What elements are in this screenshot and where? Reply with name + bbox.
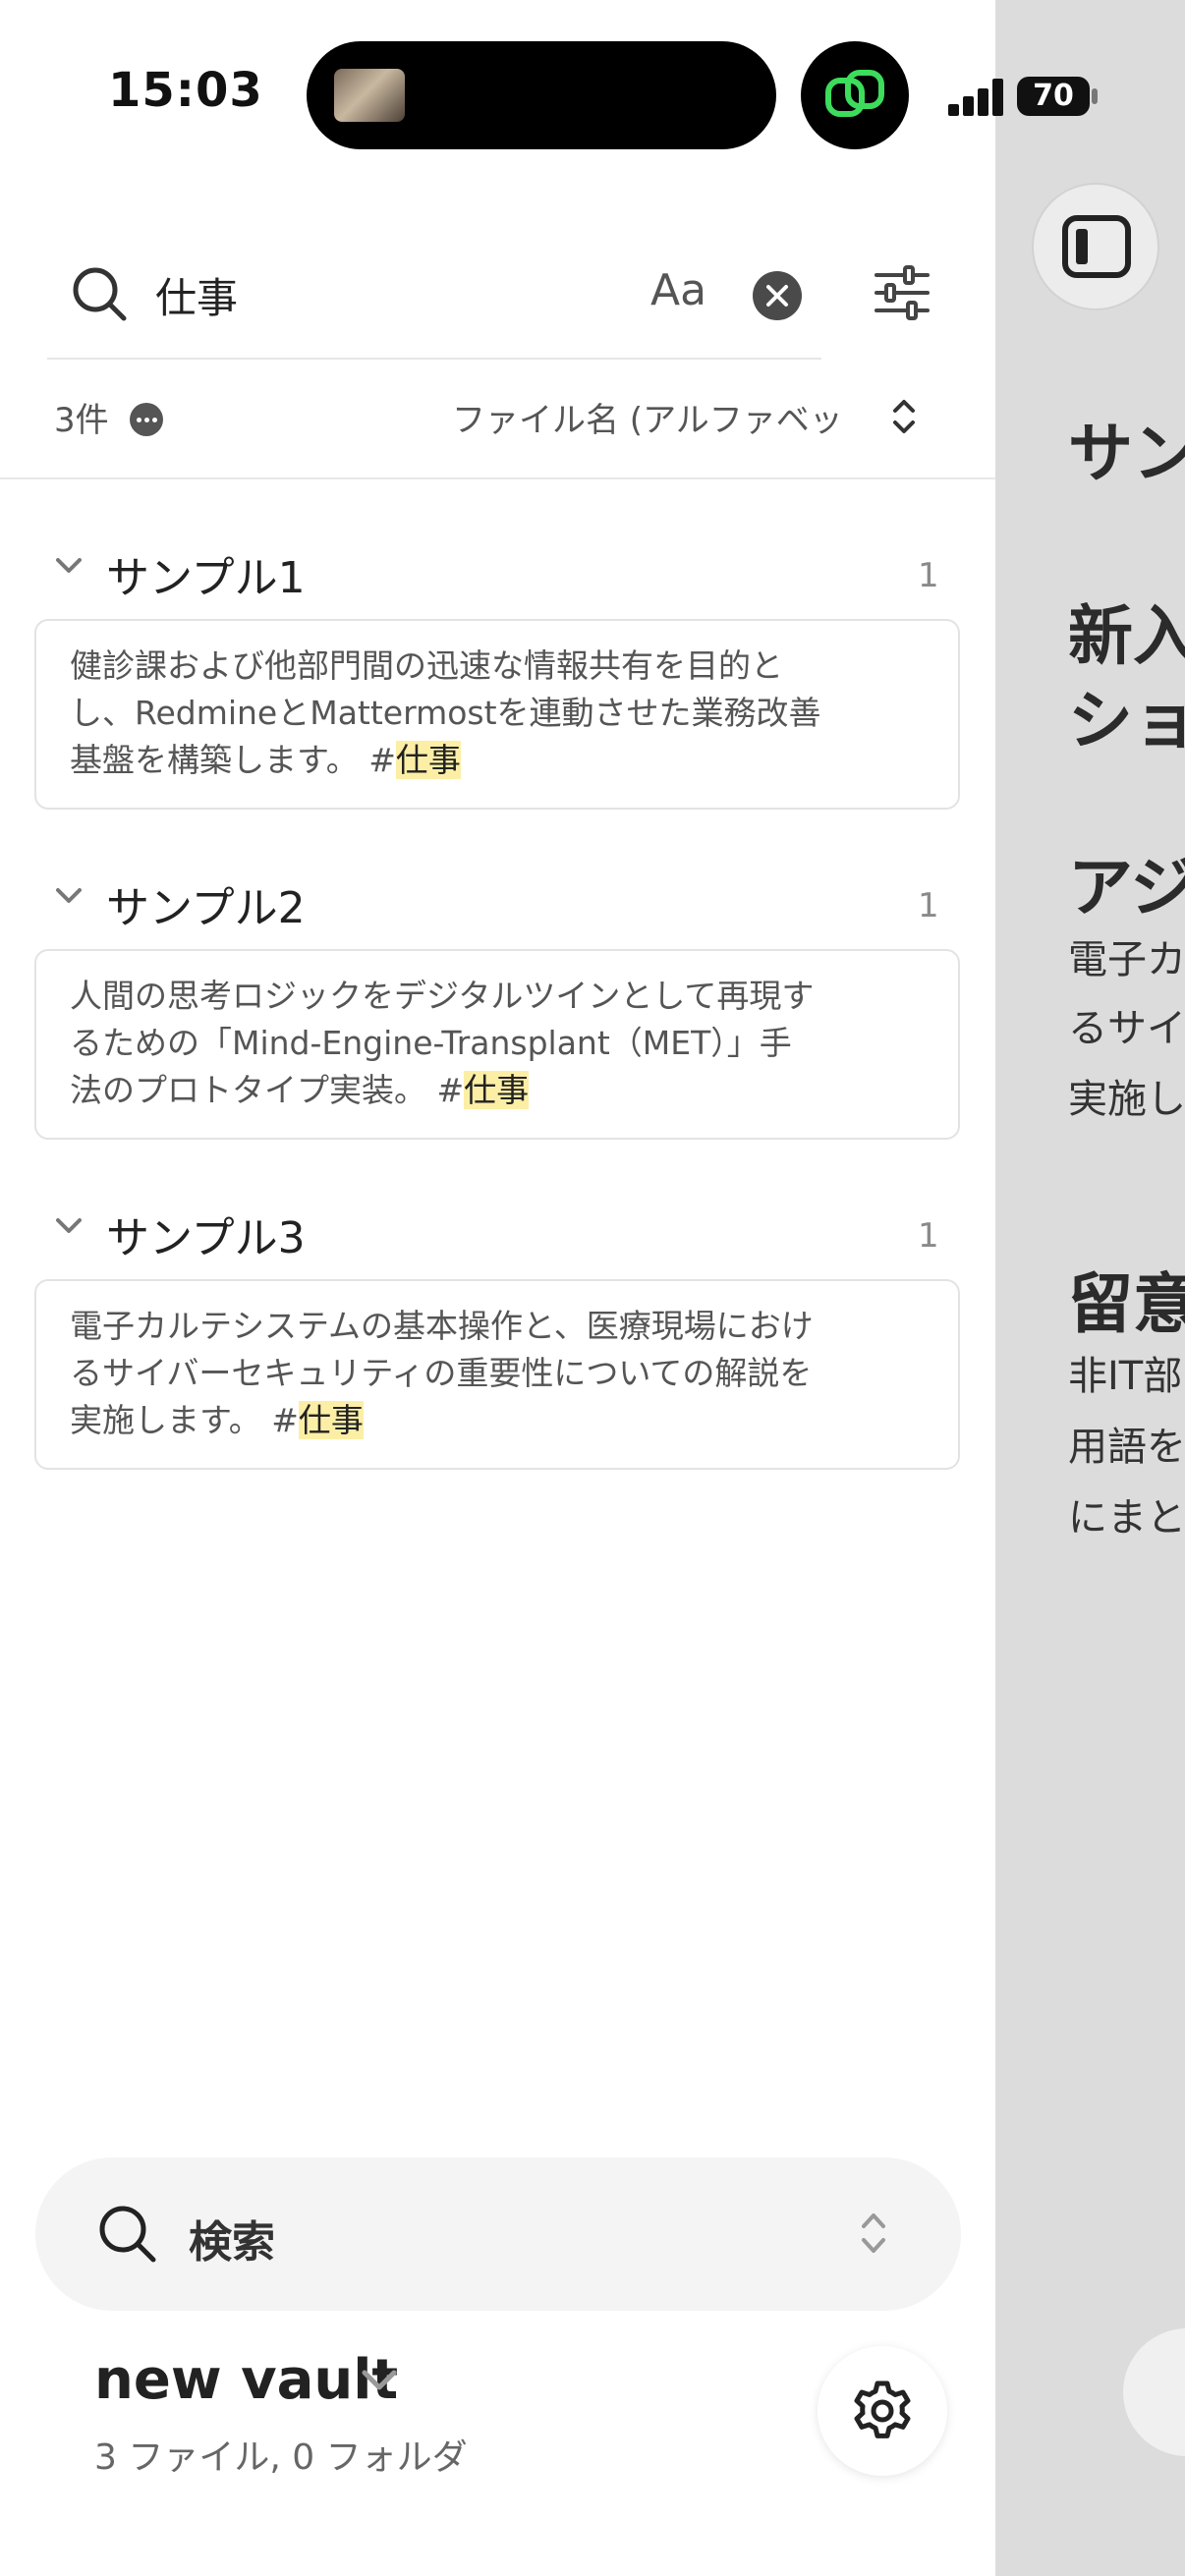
search-icon — [99, 2206, 156, 2263]
match-count: 1 — [918, 886, 939, 925]
snippet-line: るサイバーセキュリティの重要性についての解説を — [70, 1354, 813, 1392]
clear-search-button[interactable] — [753, 271, 802, 320]
more-options-icon[interactable] — [130, 403, 163, 436]
snippet-line: 電子カルテシステムの基本操作と、医療現場におけ — [70, 1307, 814, 1345]
note-heading: 留意 — [1068, 1266, 1185, 1342]
command-search-button[interactable]: 検索 — [35, 2157, 961, 2311]
result-file-header[interactable]: サンプル1 1 — [0, 529, 995, 607]
sidebar-icon — [1062, 215, 1131, 278]
sidebar-toggle-button[interactable] — [1032, 183, 1159, 310]
snippet-line: し、RedmineとMattermostを連動させた業務改善 — [70, 694, 821, 732]
snippet-text: 法のプロトタイプ実装。 # — [70, 1071, 465, 1109]
result-file-header[interactable]: サンプル2 1 — [0, 859, 995, 937]
result-snippet[interactable]: 健診課および他部門間の迅速な情報共有を目的と し、RedmineとMatterm… — [34, 619, 960, 810]
note-text: るサイ — [1068, 1006, 1185, 1051]
note-text: 電子カ — [1068, 937, 1185, 982]
snippet-text: 実施します。 # — [70, 1401, 299, 1439]
settings-button[interactable] — [818, 2346, 947, 2476]
search-icon — [73, 267, 127, 321]
vault-stats: 3 ファイル, 0 フォルダ — [94, 2437, 468, 2478]
snippet-line: 実施します。 #仕事 — [70, 1397, 925, 1444]
note-heading: ショ — [1068, 683, 1185, 758]
snippet-line: 法のプロトタイプ実装。 #仕事 — [70, 1067, 925, 1114]
result-file-name[interactable]: サンプル1 — [106, 542, 306, 605]
vault-switcher[interactable]: new vault — [94, 2348, 398, 2412]
sort-order-select[interactable]: ファイル名 (アルファベッ — [452, 393, 843, 441]
snippet-line: 人間の思考ロジックをデジタルツインとして再現す — [70, 977, 815, 1015]
chevron-down-icon[interactable] — [54, 556, 84, 576]
search-highlight: 仕事 — [298, 1401, 364, 1439]
note-heading: サン — [1068, 416, 1185, 491]
battery-icon: 70 — [1017, 77, 1090, 116]
search-highlight: 仕事 — [395, 741, 461, 779]
gear-icon — [854, 2380, 911, 2438]
result-snippet[interactable]: 人間の思考ロジックをデジタルツインとして再現す るための「Mind-Engine… — [34, 949, 960, 1140]
divider — [0, 477, 995, 479]
note-text: 実施し — [1068, 1077, 1185, 1122]
chevron-down-icon[interactable] — [54, 886, 84, 906]
chevron-up-down-icon[interactable] — [859, 2207, 888, 2260]
app-activity-icon — [801, 41, 909, 149]
result-count: 3件 — [54, 401, 109, 440]
match-count: 1 — [918, 556, 939, 595]
note-preview-pane: サン 新入 ショ アジ 電子カ るサイ 実施し 留意 非IT部 用語を にまと — [995, 0, 1185, 2576]
media-thumbnail — [334, 69, 405, 122]
result-snippet[interactable]: 電子カルテシステムの基本操作と、医療現場におけ るサイバーセキュリティの重要性に… — [34, 1279, 960, 1470]
chevron-down-icon[interactable] — [360, 2368, 399, 2393]
search-highlight: 仕事 — [464, 1071, 530, 1109]
note-heading: アジ — [1068, 850, 1185, 925]
battery-tip — [1092, 88, 1098, 104]
cellular-signal-icon — [948, 79, 1007, 116]
snippet-line: るための「Mind-Engine-Transplant（MET）」手 — [70, 1024, 792, 1062]
command-search-label: 検索 — [189, 2217, 275, 2268]
floating-action-button[interactable] — [1123, 2328, 1185, 2456]
chevron-down-icon[interactable] — [54, 1216, 84, 1236]
status-time: 15:03 — [108, 63, 263, 118]
search-bar[interactable]: 仕事 Aa — [0, 236, 995, 354]
note-text: 用語を — [1068, 1425, 1185, 1470]
match-count: 1 — [918, 1216, 939, 1256]
snippet-line: 健診課および他部門間の迅速な情報共有を目的と — [70, 646, 783, 685]
close-icon — [766, 285, 788, 307]
result-file-name[interactable]: サンプル2 — [106, 872, 306, 935]
note-text: 非IT部 — [1068, 1354, 1183, 1399]
results-toolbar: 3件 ファイル名 (アルファベッ — [0, 383, 995, 452]
match-case-toggle[interactable]: Aa — [650, 265, 706, 315]
search-input[interactable]: 仕事 — [155, 265, 238, 325]
note-text: にまと — [1068, 1495, 1185, 1540]
snippet-line: 基盤を構築します。 #仕事 — [70, 737, 925, 784]
result-file-header[interactable]: サンプル3 1 — [0, 1189, 995, 1267]
search-options-icon[interactable] — [873, 263, 931, 322]
divider — [47, 358, 821, 360]
note-heading: 新入 — [1068, 598, 1185, 674]
snippet-text: 基盤を構築します。 # — [70, 741, 396, 779]
dynamic-island — [307, 41, 776, 149]
result-file-name[interactable]: サンプル3 — [106, 1203, 306, 1265]
chevron-up-down-icon[interactable] — [890, 395, 918, 438]
